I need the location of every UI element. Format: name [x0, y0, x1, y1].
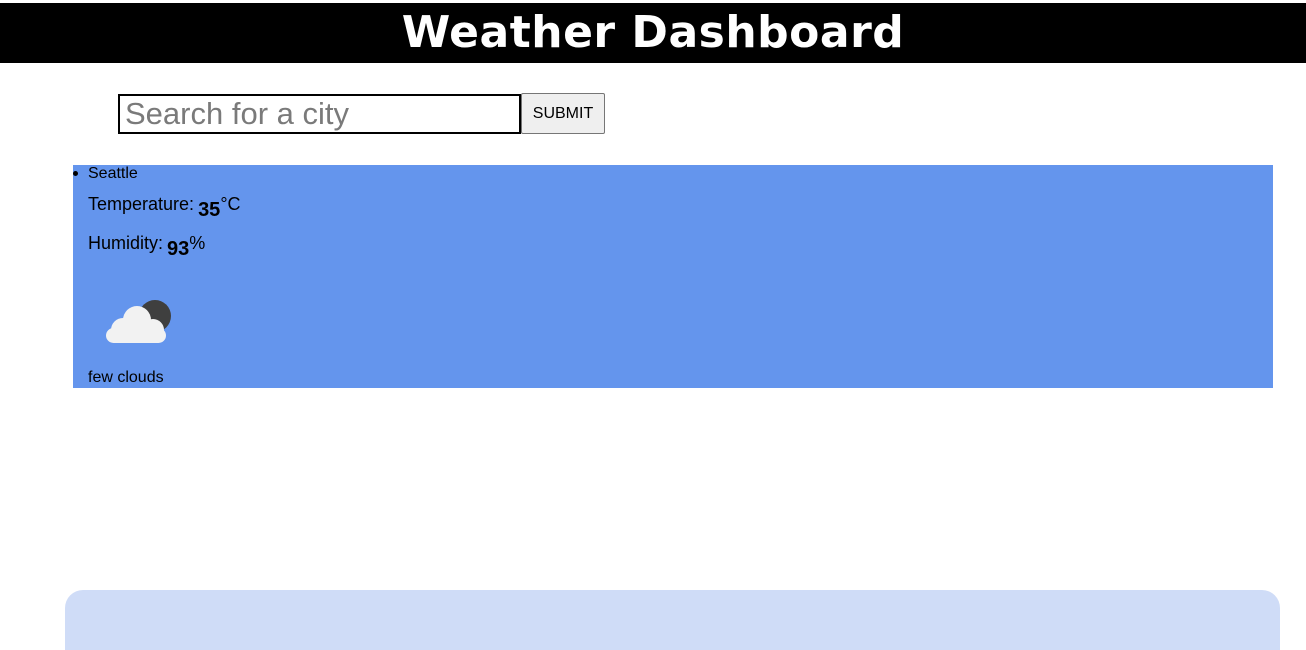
temperature-label: Temperature: [88, 194, 195, 214]
humidity-row: Humidity: 93% [88, 232, 206, 260]
submit-button[interactable]: SUBMIT [521, 93, 605, 134]
weather-results-list: Seattle Temperature: 35°C Humidity: 93% fe… [73, 165, 1273, 388]
few-clouds-night-icon [106, 300, 171, 343]
temperature-value: 35 [198, 199, 221, 221]
city-search-input[interactable] [118, 94, 521, 134]
humidity-value: 93 [167, 238, 190, 260]
weather-description: few clouds [88, 369, 164, 386]
page-title: Weather Dashboard [401, 7, 905, 58]
page-header: Weather Dashboard [0, 3, 1306, 63]
list-bullet [73, 171, 78, 176]
humidity-label: Humidity: [88, 233, 164, 253]
city-name: Seattle [88, 165, 138, 182]
forecast-panel [65, 590, 1280, 650]
humidity-unit: % [189, 233, 206, 253]
temperature-row: Temperature: 35°C [88, 193, 241, 221]
temperature-unit: °C [220, 194, 241, 214]
